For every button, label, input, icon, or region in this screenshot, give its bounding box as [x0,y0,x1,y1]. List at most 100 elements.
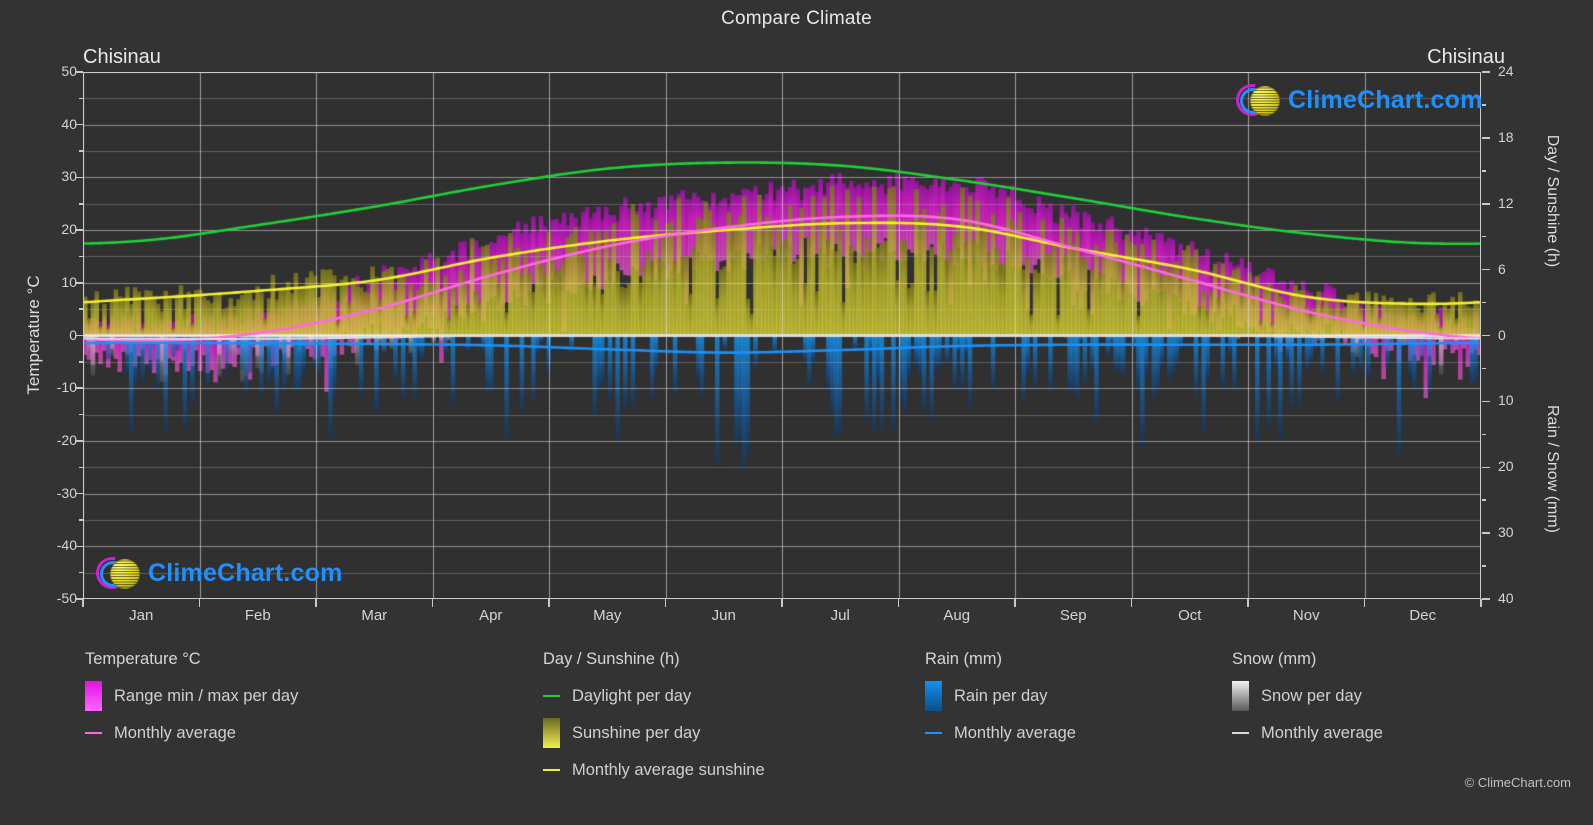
x-tick-label-jun: Jun [711,607,736,624]
y-tick-left [75,387,83,389]
city-label-left: Chisinau [83,46,161,68]
y-tick-left [75,440,83,442]
y-tick-right-bottom-minor [1482,433,1486,436]
y-tick-right-bottom-minor [1482,367,1486,370]
legend-swatch-line-wrap [543,694,560,698]
y-tick-left [75,545,83,548]
y-tick-left-minor [79,308,83,310]
legend-item-label: Snow per day [1261,686,1362,705]
x-tick [315,599,317,607]
legend-item[interactable]: Daylight per day [543,685,765,707]
x-tick-label-nov: Nov [1292,607,1320,624]
x-tick-label-feb: Feb [244,607,271,624]
y-tick-right-top [1482,203,1490,205]
legend-item[interactable]: Snow per day [1232,681,1383,711]
legend-item-label: Monthly average sunshine [572,760,765,779]
y-tick-label-right-top: 0 [1498,326,1506,343]
logo-sphere-stripes [110,559,140,589]
y-axis-label-right-top: Day / Sunshine (h) [1544,134,1561,268]
y-tick-label-right-bottom: 10 [1498,392,1514,409]
city-label-right: Chisinau [1427,46,1505,68]
legend-group-temperature: Temperature °C Range min / max per day Mon… [85,650,298,759]
y-tick-left [75,334,83,337]
legend-swatch-line [85,731,102,735]
page-title: Compare Climate [721,8,872,29]
legend-item[interactable]: Rain per day [925,681,1076,711]
y-tick-label-right-bottom: 40 [1498,590,1514,606]
legend-item-label: Daylight per day [572,686,692,705]
legend-swatch-line [543,768,560,772]
y-tick-label-right-top: 18 [1498,128,1514,145]
x-tick [431,599,434,607]
logo-sphere-stripes [1250,86,1280,116]
y-tick-label-right-bottom: 20 [1498,458,1514,475]
legend-item-label: Monthly average [954,723,1076,742]
y-tick-left-minor [79,203,83,205]
y-tick-label-left: -30 [56,484,77,501]
legend-swatch-line [925,731,942,735]
climechart-logo-bottom: ClimeChart.com [89,550,343,596]
x-tick-label-aug: Aug [943,607,971,624]
legend-item-label: Monthly average [1261,723,1383,742]
y-tick-right-top-minor [1482,170,1486,172]
y-tick-right-bottom [1482,532,1490,534]
x-tick [664,599,667,607]
legend-item-label: Monthly average [114,723,236,742]
x-tick-label-apr: Apr [479,607,503,624]
legend-swatch-line-wrap [543,768,560,772]
y-axis-label-right-bottom: Rain / Snow (mm) [1544,404,1561,534]
x-tick [897,599,900,607]
y-tick-right-top [1482,137,1490,139]
y-tick-right-bottom [1482,400,1490,403]
y-tick-left-minor [79,466,83,468]
climate-plot-canvas [83,72,1481,599]
y-tick-label-left: 30 [61,168,77,185]
legend-swatch-box [1232,681,1249,711]
legend-item[interactable]: Monthly average [85,722,298,744]
y-tick-left [75,492,83,495]
legend-group-day-sunshine: Day / Sunshine (h) Daylight per day Sunshi… [543,650,765,796]
x-tick-label-mar: Mar [361,607,388,624]
y-tick-label-right-top: 12 [1498,194,1514,211]
legend-title-1: Day / Sunshine (h) [543,650,680,668]
x-tick [1130,599,1133,607]
y-tick-right-bottom-minor [1482,499,1486,501]
chart-plot-area [83,72,1481,599]
y-tick-label-right-top: 24 [1498,63,1514,79]
legend-item-label: Rain per day [954,686,1048,705]
legend-item-label: Range min / max per day [114,686,299,705]
y-tick-right-bottom [1482,598,1490,600]
y-tick-left-minor [79,413,83,416]
legend-item[interactable]: Range min / max per day [85,681,299,711]
x-tick [1247,599,1249,607]
x-tick-label-oct: Oct [1178,607,1202,624]
legend-item[interactable]: Monthly average [1232,722,1383,744]
climechart-logo-top: ClimeChart.com [1229,77,1483,123]
legend-swatch-line-wrap [1232,731,1249,735]
legend-item[interactable]: Monthly average [925,722,1076,744]
copyright-notice: © ClimeChart.com [1464,775,1571,790]
y-tick-left-minor [79,97,83,100]
x-tick-label-jan: Jan [129,607,154,624]
legend-item[interactable]: Monthly average sunshine [543,759,765,781]
x-tick [781,599,783,607]
y-tick-label-right-bottom: 30 [1498,524,1514,541]
x-tick [1480,599,1482,607]
y-tick-label-left: 40 [61,115,77,132]
legend-title-0: Temperature °C [85,650,201,668]
climate-chart-page: Compare Climate Chisinau Chisinau -50 -40… [0,0,1593,825]
x-tick [82,599,84,607]
y-tick-left [75,229,83,231]
x-tick-label-jul: Jul [830,607,850,624]
y-tick-left-minor [79,150,83,152]
y-tick-left [75,176,83,179]
y-tick-right-top-minor [1482,235,1486,238]
legend-item[interactable]: Sunshine per day [543,718,765,748]
y-tick-left [75,71,83,73]
y-tick-label-left: -40 [56,537,77,554]
x-tick [1363,599,1366,607]
y-tick-right-top-minor [1482,104,1486,106]
y-tick-left-minor [79,255,83,258]
y-tick-label-left: -50 [56,590,77,606]
legend-swatch-box [543,718,560,748]
